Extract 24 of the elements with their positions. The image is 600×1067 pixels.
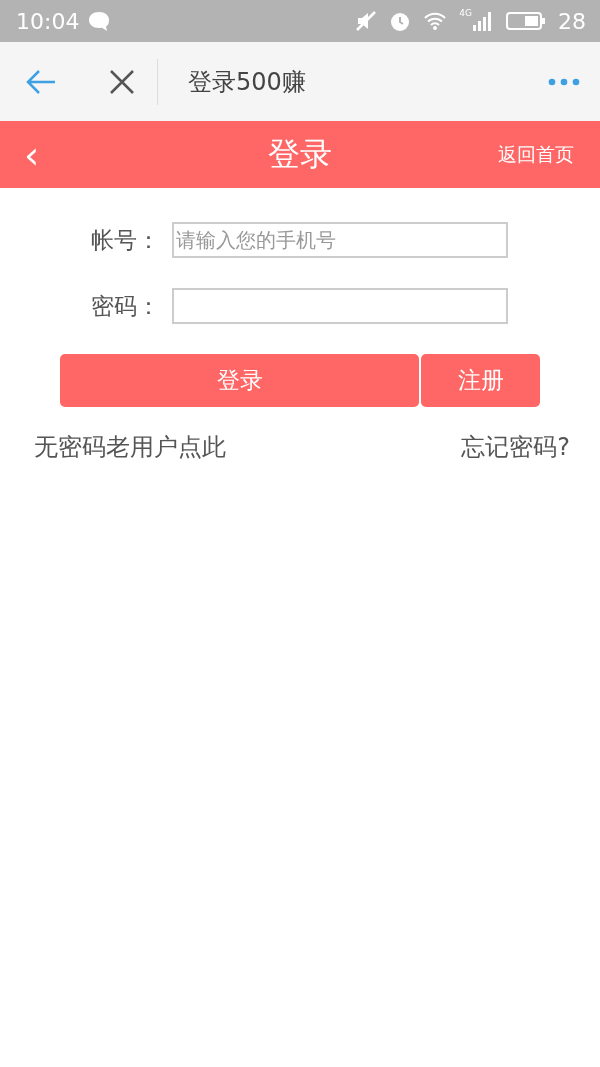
password-field[interactable]	[172, 288, 508, 324]
chat-bubble-icon	[87, 10, 112, 32]
signal-icon	[472, 11, 494, 31]
wifi-icon	[423, 11, 448, 31]
battery-icon	[506, 11, 546, 31]
header-title: 登录	[268, 133, 332, 175]
login-button[interactable]: 登录	[60, 354, 419, 407]
close-icon	[109, 68, 135, 95]
more-icon	[548, 77, 580, 86]
back-arrow-icon	[25, 68, 57, 95]
account-field[interactable]: 请输入您的手机号	[172, 222, 508, 258]
home-link[interactable]: 返回首页	[498, 141, 574, 168]
alarm-clock-icon	[389, 10, 412, 32]
field-label: 帐号：	[90, 225, 160, 255]
field-label: 密码：	[90, 291, 160, 321]
back-button[interactable]: ‹	[24, 135, 40, 174]
clock-time: 10:04	[16, 8, 80, 34]
muted-speaker-icon	[355, 10, 378, 32]
page-title: 登录500赚	[188, 66, 307, 98]
register-button[interactable]: 注册	[421, 354, 540, 407]
no-password-login-link[interactable]: 无密码老用户点此	[34, 431, 226, 463]
battery-percent: 28	[558, 8, 586, 34]
forgot-password-link[interactable]: 忘记密码?	[461, 431, 570, 463]
network-type: 4G	[459, 8, 472, 18]
